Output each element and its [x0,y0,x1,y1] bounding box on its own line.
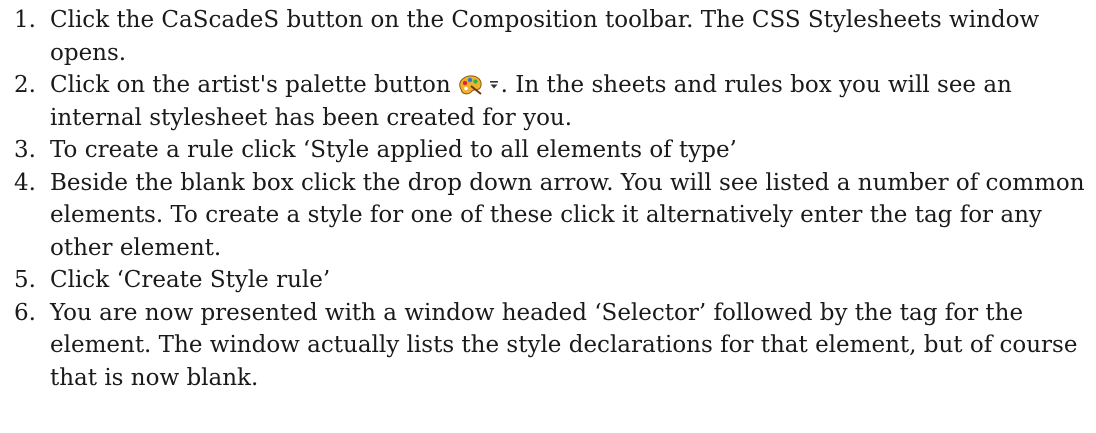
step-number: 4. [14,169,36,196]
list-item: 1. Click the CaScadeS button on the Comp… [14,4,1096,69]
document-page: 1. Click the CaScadeS button on the Comp… [0,0,1096,433]
step-text: Click ‘Create Style rule’ [50,267,331,293]
list-item: 4. Beside the blank box click the drop d… [14,167,1096,265]
step-text: To create a rule click ‘Style applied to… [50,137,737,163]
artist-palette-button[interactable] [457,74,499,96]
step-number: 5. [14,267,36,293]
instruction-list: 1. Click the CaScadeS button on the Comp… [14,4,1096,394]
list-item: 2. Click on the artist's palette button … [14,69,1096,134]
step-number: 2. [14,72,36,98]
step-text: Beside the blank box click the drop down… [50,169,1085,261]
step-number: 3. [14,137,36,163]
step-text: Click the CaScadeS button on the Composi… [50,7,1040,66]
artist-palette-icon [458,75,482,95]
dropdown-arrow-icon [489,81,498,89]
step-text: You are now presented with a window head… [50,299,1078,391]
step-number: 1. [14,7,36,33]
step-text-before: Click on the artist's palette button [50,72,451,98]
list-item: 3. To create a rule click ‘Style applied… [14,134,1096,167]
list-item: 5. Click ‘Create Style rule’ [14,264,1096,297]
step-number: 6. [14,299,36,326]
list-item: 6. You are now presented with a window h… [14,297,1096,395]
